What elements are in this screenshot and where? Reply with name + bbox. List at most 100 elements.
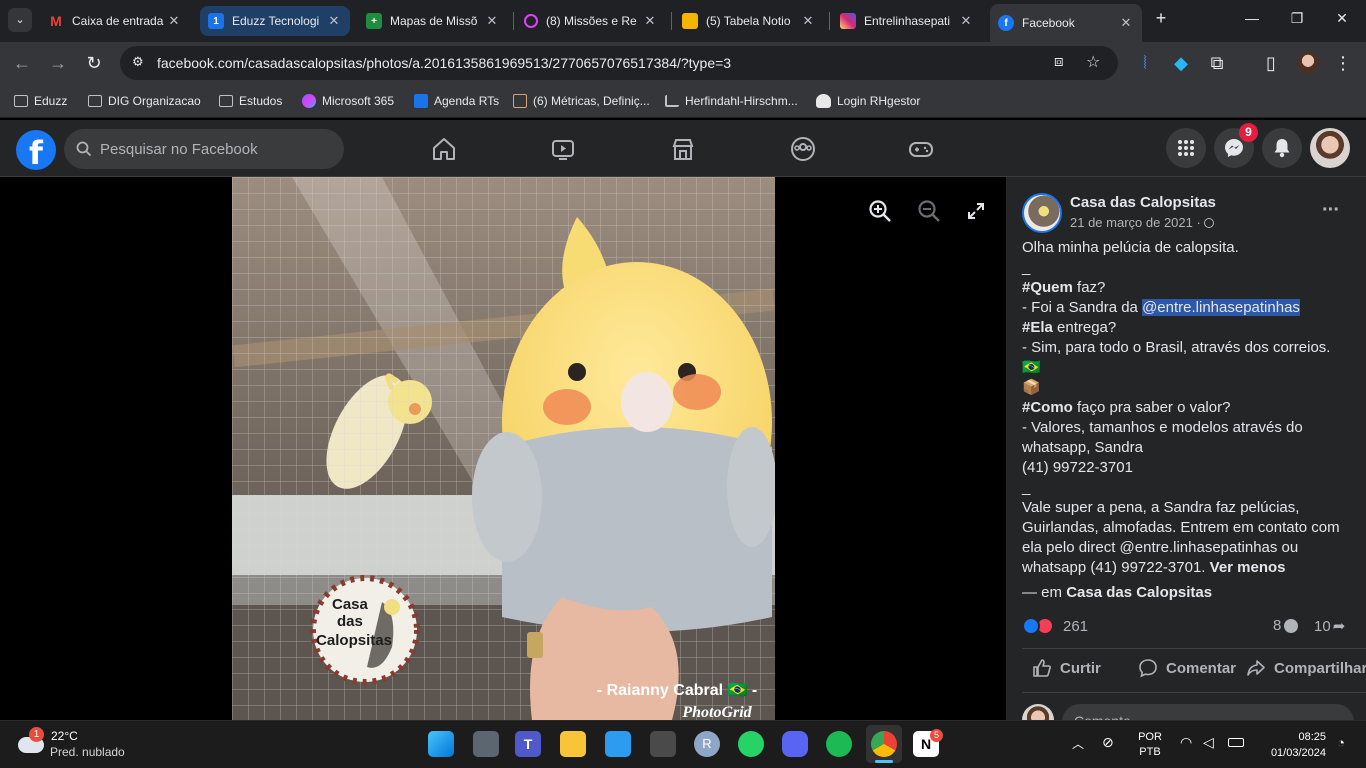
shares-count[interactable]: 10 ➦ [1314, 617, 1345, 636]
close-tab-icon[interactable]: ✕ [166, 13, 182, 29]
notifications-button[interactable] [1262, 128, 1302, 168]
weather-widget[interactable]: 1 22°C Pred. nublado [16, 727, 146, 763]
tab-tabela[interactable]: (5) Tabela Notio ✕ [674, 6, 824, 36]
chrome-taskbar-button[interactable] [866, 725, 902, 763]
groups-icon[interactable] [790, 136, 816, 162]
tagged-page-link[interactable]: Casa das Calopsitas [1066, 584, 1212, 601]
side-panel-icon[interactable]: ▯ [1260, 52, 1282, 74]
hashtag-ela[interactable]: #Ela [1022, 319, 1053, 336]
forward-icon[interactable]: → [47, 52, 69, 74]
post-options-icon[interactable]: ··· [1322, 199, 1340, 222]
close-tab-icon[interactable]: ✕ [484, 13, 500, 29]
new-tab-button[interactable]: + [1149, 8, 1173, 28]
tab-search-button[interactable]: ⌄ [8, 8, 32, 32]
caption-line: _ [1022, 259, 1031, 276]
home-icon[interactable] [431, 136, 457, 162]
tray-chevron-icon[interactable]: ︿ [1072, 735, 1084, 752]
reload-icon[interactable]: ↻ [83, 52, 105, 74]
spotify-icon[interactable] [826, 731, 852, 757]
account-avatar[interactable] [1310, 128, 1350, 168]
start-button[interactable] [428, 731, 454, 757]
site-info-icon[interactable]: ⚙ [132, 54, 144, 70]
post-photo[interactable]: Casa das Calopsitas - Raianny Cabral 🇧🇷 … [232, 177, 775, 720]
bookmark-dig[interactable]: DIG Organizacao [88, 92, 201, 110]
fullscreen-icon[interactable] [967, 202, 985, 220]
marketplace-icon[interactable] [670, 136, 696, 162]
battery-icon[interactable] [1228, 738, 1244, 747]
tab-instagram[interactable]: Entrelinhasepati ✕ [832, 6, 982, 36]
whatsapp-icon[interactable] [738, 731, 764, 757]
facebook-logo[interactable]: f [16, 130, 56, 170]
page-avatar[interactable] [1022, 193, 1062, 233]
extension-wave-icon[interactable]: ⦚ [1134, 52, 1156, 74]
bookmark-herfindahl[interactable]: Herfindahl-Hirschm... [665, 92, 798, 110]
page-name[interactable]: Casa das Calopsitas [1070, 194, 1216, 211]
clock[interactable]: 08:25 01/03/2024 [1258, 729, 1326, 761]
comment-button[interactable]: Comentar [1138, 658, 1236, 678]
teams-icon[interactable]: T [515, 731, 541, 757]
address-bar[interactable]: ⚙ facebook.com/casadascalopsitas/photos/… [120, 46, 1118, 80]
close-tab-icon[interactable]: ✕ [1118, 15, 1134, 31]
messenger-icon [1225, 139, 1243, 157]
like-button[interactable]: Curtir [1032, 658, 1101, 678]
comment-bubble-icon [1284, 618, 1299, 633]
tab-facebook[interactable]: f Facebook ✕ [990, 4, 1142, 42]
hashtag-como[interactable]: #Como [1022, 399, 1073, 416]
file-explorer-icon[interactable] [560, 731, 586, 757]
close-tab-icon[interactable]: ✕ [800, 13, 816, 29]
close-tab-icon[interactable]: ✕ [958, 13, 974, 29]
see-less-link[interactable]: Ver menos [1210, 559, 1286, 576]
profile-avatar[interactable] [1297, 52, 1319, 74]
bookmark-metricas[interactable]: (6) Métricas, Definiç... [513, 92, 650, 110]
calculator-icon[interactable] [650, 731, 676, 757]
language-indicator[interactable]: POR PTB [1136, 730, 1164, 760]
mention-link[interactable]: @entre.linhasepatinhas [1142, 299, 1300, 316]
gaming-icon[interactable] [908, 136, 934, 162]
task-view-icon[interactable] [473, 731, 499, 757]
photogrid-mark: PhotoGrid [681, 704, 752, 720]
r-app-icon[interactable]: R [694, 731, 720, 757]
network-off-icon[interactable]: ⊘ [1102, 734, 1114, 751]
extensions-puzzle-icon[interactable]: ⧉ [1206, 52, 1228, 74]
bookmark-agenda[interactable]: Agenda RTs [414, 92, 499, 110]
minimize-button[interactable]: — [1240, 10, 1264, 30]
extension-diamond-icon[interactable]: ◆ [1170, 52, 1192, 74]
messenger-button[interactable]: 9 [1214, 123, 1258, 168]
back-icon[interactable]: ← [11, 52, 33, 74]
bookmark-estudos[interactable]: Estudos [219, 92, 282, 110]
m365-icon [302, 94, 316, 108]
menu-grid-button[interactable] [1166, 128, 1206, 168]
video-icon[interactable] [550, 136, 576, 162]
bookmark-eduzz[interactable]: Eduzz [14, 92, 67, 110]
volume-icon[interactable]: ◁ [1203, 734, 1214, 751]
share-button[interactable]: Compartilhar [1246, 658, 1366, 678]
folder-icon [88, 95, 102, 107]
tab-eduzz[interactable]: 1 Eduzz Tecnologi ✕ [200, 6, 350, 36]
url-text[interactable]: facebook.com/casadascalopsitas/photos/a.… [157, 55, 731, 71]
search-icon [76, 141, 92, 157]
hashtag-quem[interactable]: #Quem [1022, 279, 1073, 296]
close-window-button[interactable]: ✕ [1330, 10, 1354, 30]
grid-icon [1178, 140, 1194, 156]
notepad-icon[interactable] [605, 731, 631, 757]
zoom-out-icon[interactable] [917, 199, 941, 223]
wifi-icon[interactable]: ◠ [1180, 734, 1192, 751]
post-date[interactable]: 21 de março de 2021 · [1070, 215, 1215, 230]
tab-gmail[interactable]: M Caixa de entrada ✕ [40, 6, 190, 36]
facebook-search-input[interactable]: Pesquisar no Facebook [64, 129, 344, 169]
comments-count[interactable]: 8 [1273, 617, 1299, 634]
zoom-in-icon[interactable] [868, 199, 892, 223]
bookmark-m365[interactable]: Microsoft 365 [302, 92, 394, 110]
tab-missoes[interactable]: (8) Missões e Re ✕ [516, 6, 666, 36]
maximize-button[interactable]: ❐ [1285, 10, 1309, 30]
tab-mapas[interactable]: + Mapas de Missõ ✕ [358, 6, 508, 36]
bookmark-rhgestor[interactable]: Login RHgestor [816, 92, 920, 110]
close-tab-icon[interactable]: ✕ [642, 13, 658, 29]
menu-icon[interactable]: ⋮ [1332, 52, 1354, 74]
notification-bell-icon[interactable]: ◔ [1337, 735, 1345, 750]
close-tab-icon[interactable]: ✕ [326, 13, 342, 29]
bookmark-star-icon[interactable]: ☆ [1086, 52, 1100, 72]
discord-icon[interactable] [782, 731, 808, 757]
install-app-icon[interactable]: ⧈ [1054, 53, 1064, 70]
reactions-summary[interactable]: 261 [1022, 616, 1088, 636]
